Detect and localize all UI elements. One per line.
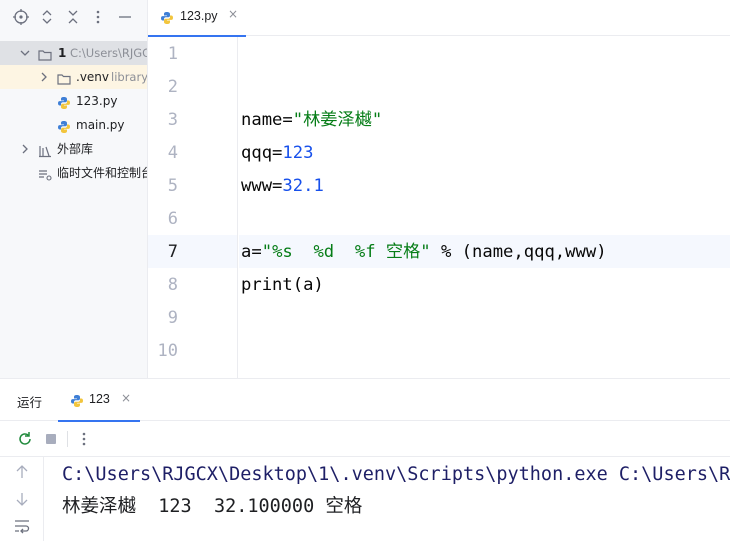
- project-root-name: 1: [58, 46, 67, 60]
- code-token: =: [272, 176, 283, 196]
- stop-icon[interactable]: [42, 430, 60, 448]
- line-number-gutter: 1 2 3 4 5 6 7 8 9 10: [148, 37, 238, 378]
- number-literal: 123: [282, 143, 314, 163]
- line-number: 9: [167, 308, 178, 328]
- python-file-icon: [57, 94, 71, 109]
- project-sidebar: 1 C:\Users\RJGCX\Desktop\1 .venv library…: [0, 0, 148, 378]
- run-tab-123[interactable]: 123 ×: [58, 379, 140, 422]
- python-file-icon: [70, 393, 84, 407]
- python-file-icon: [160, 10, 174, 24]
- code-line-5[interactable]: www=32.1: [239, 170, 730, 203]
- tree-item-external-libraries[interactable]: 外部库: [0, 137, 147, 161]
- run-tool-window: 运行 123 × C:\Users\RJGCX\Desktop\1\.venv\…: [0, 378, 730, 541]
- console-output-line: 林姜泽樾 123 32.100000 空格: [62, 496, 363, 517]
- line-number-current: 7: [167, 242, 178, 262]
- console-output[interactable]: C:\Users\RJGCX\Desktop\1\.venv\Scripts\p…: [62, 459, 730, 541]
- tree-item-project-root[interactable]: 1 C:\Users\RJGCX\Desktop\1: [0, 41, 147, 65]
- code-token: name: [241, 110, 283, 130]
- line-number: 1: [167, 44, 178, 64]
- code-token: =: [251, 242, 262, 262]
- folder-icon: [38, 46, 52, 61]
- code-token: a: [241, 242, 252, 262]
- code-token: % (name,qqq,www): [430, 242, 607, 262]
- code-line-4[interactable]: qqq=123: [239, 137, 730, 170]
- more-vertical-icon[interactable]: [75, 430, 93, 448]
- project-root-path: C:\Users\RJGCX\Desktop\1: [70, 46, 147, 60]
- run-tab-close-icon[interactable]: ×: [121, 391, 131, 405]
- tab-label: 123.py: [180, 9, 218, 23]
- line-number: 3: [167, 110, 178, 130]
- crosshair-icon[interactable]: [12, 8, 30, 26]
- code-line-3[interactable]: name="林姜泽樾": [239, 104, 730, 137]
- soft-wrap-icon[interactable]: [13, 517, 31, 535]
- venv-hint: library root: [111, 70, 148, 84]
- line-number: 6: [167, 209, 178, 229]
- run-tab-label: 123: [89, 392, 110, 406]
- console-command-line: C:\Users\RJGCX\Desktop\1\.venv\Scripts\p…: [62, 464, 730, 485]
- run-header: 运行 123 ×: [0, 379, 730, 422]
- tree-item-venv[interactable]: .venv library root: [0, 65, 148, 89]
- scratches-label: 临时文件和控制台: [57, 166, 148, 180]
- tree-item-file-main[interactable]: main.py: [0, 113, 147, 137]
- tab-123-py[interactable]: 123.py ×: [148, 0, 246, 37]
- expand-all-icon[interactable]: [38, 8, 56, 26]
- tree-item-scratches[interactable]: 临时文件和控制台: [0, 161, 148, 185]
- line-number: 5: [167, 176, 178, 196]
- code-token: =: [272, 143, 283, 163]
- rerun-icon[interactable]: [16, 430, 34, 448]
- line-number: 8: [167, 275, 178, 295]
- string-literal: "林姜泽樾": [292, 110, 383, 130]
- external-libraries-label: 外部库: [57, 142, 94, 156]
- code-editor[interactable]: name="林姜泽樾" qqq=123 www=32.1 a="%s %d %f…: [239, 37, 730, 378]
- toolbar-separator: [67, 431, 68, 447]
- arrow-up-icon[interactable]: [13, 463, 31, 481]
- sidebar-toolbar: [0, 0, 147, 34]
- line-number: 2: [167, 77, 178, 97]
- folder-icon: [57, 70, 71, 85]
- code-token: =: [282, 110, 293, 130]
- code-line-7[interactable]: a="%s %d %f 空格" % (name,qqq,www): [239, 236, 730, 269]
- venv-label: .venv: [76, 70, 110, 84]
- collapse-all-icon[interactable]: [64, 8, 82, 26]
- line-number: 4: [167, 143, 178, 163]
- run-title: 运行: [17, 395, 43, 410]
- run-toolbar: [0, 421, 730, 457]
- code-token: www: [241, 176, 273, 196]
- line-number: 10: [157, 341, 178, 361]
- file-label: main.py: [76, 118, 125, 132]
- editor-tab-bar: 123.py ×: [148, 0, 730, 37]
- python-file-icon: [57, 118, 71, 133]
- code-line-8[interactable]: print(a): [239, 269, 730, 302]
- more-vertical-icon[interactable]: [89, 8, 107, 26]
- code-token: qqq: [241, 143, 273, 163]
- tree-item-file-123[interactable]: 123.py: [0, 89, 147, 113]
- tab-close-icon[interactable]: ×: [228, 7, 238, 21]
- string-literal: "%s %d %f 空格": [261, 242, 431, 262]
- number-literal: 32.1: [282, 176, 324, 196]
- file-label: 123.py: [76, 94, 118, 108]
- library-icon: [38, 142, 52, 158]
- arrow-down-icon[interactable]: [13, 490, 31, 508]
- minimize-icon[interactable]: [116, 8, 134, 26]
- console-side-toolbar: [0, 457, 44, 541]
- scratches-icon: [38, 166, 52, 181]
